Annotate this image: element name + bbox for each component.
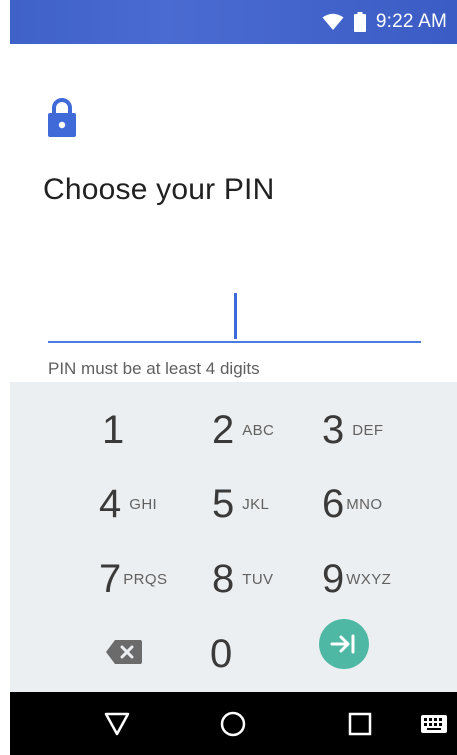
recents-square-icon (348, 712, 372, 736)
key-5[interactable]: 5 JKL (212, 469, 322, 539)
key-letters: MNO (346, 495, 383, 513)
key-digit: 2 (212, 408, 235, 452)
key-2[interactable]: 2 ABC (212, 395, 322, 465)
pin-input[interactable] (48, 285, 421, 343)
key-digit: 8 (212, 557, 235, 601)
key-0[interactable]: 0 (210, 619, 320, 689)
key-6[interactable]: 6 MNO (322, 469, 432, 539)
text-cursor (234, 293, 237, 339)
key-digit: 5 (212, 482, 235, 526)
key-letters: ABC (242, 421, 275, 439)
pin-input-underline (48, 341, 421, 343)
key-digit: 9 (322, 557, 345, 601)
enter-arrow-icon (330, 634, 355, 654)
status-time: 9:22 AM (375, 11, 447, 32)
key-4[interactable]: 4 GHI (99, 469, 209, 539)
page-title: Choose your PIN (43, 173, 275, 206)
back-button[interactable] (97, 704, 137, 744)
backspace-icon[interactable] (105, 637, 143, 667)
keyboard-icon (421, 715, 447, 733)
key-letters: DEF (352, 421, 384, 439)
key-digit: 4 (99, 482, 122, 526)
key-letters: PRQS (123, 570, 168, 588)
key-letters: GHI (129, 495, 158, 513)
navigation-bar (10, 692, 457, 755)
lock-icon (48, 98, 76, 137)
key-3[interactable]: 3 DEF (322, 395, 432, 465)
home-button[interactable] (213, 704, 253, 744)
key-digit: 6 (322, 482, 345, 526)
status-bar: 9:22 AM (10, 0, 457, 44)
numeric-keypad: 1 2 ABC 3 DEF 4 GHI 5 JKL 6 MNO 7 PRQS 8… (10, 382, 457, 692)
screen-edge (0, 0, 10, 755)
key-digit: 0 (210, 632, 233, 676)
key-digit: 7 (99, 557, 122, 601)
pin-setup-screen: 9:22 AM Choose your PIN PIN must be at l… (0, 0, 457, 755)
key-digit: 1 (102, 408, 125, 452)
key-8[interactable]: 8 TUV (212, 544, 322, 614)
enter-button[interactable] (319, 619, 369, 669)
key-1[interactable]: 1 (102, 395, 212, 465)
key-digit: 3 (322, 408, 345, 452)
back-triangle-icon (104, 712, 130, 736)
key-letters: JKL (242, 495, 270, 513)
recents-button[interactable] (340, 704, 380, 744)
wifi-icon (322, 13, 344, 30)
key-9[interactable]: 9 WXYZ (322, 544, 432, 614)
key-letters: TUV (242, 570, 274, 588)
home-circle-icon (220, 711, 246, 737)
status-icons: 9:22 AM (322, 0, 447, 44)
key-7[interactable]: 7 PRQS (99, 544, 209, 614)
key-letters: WXYZ (346, 570, 392, 588)
pin-hint: PIN must be at least 4 digits (48, 359, 260, 378)
keyboard-switch-button[interactable] (414, 704, 454, 744)
battery-icon (353, 12, 366, 32)
